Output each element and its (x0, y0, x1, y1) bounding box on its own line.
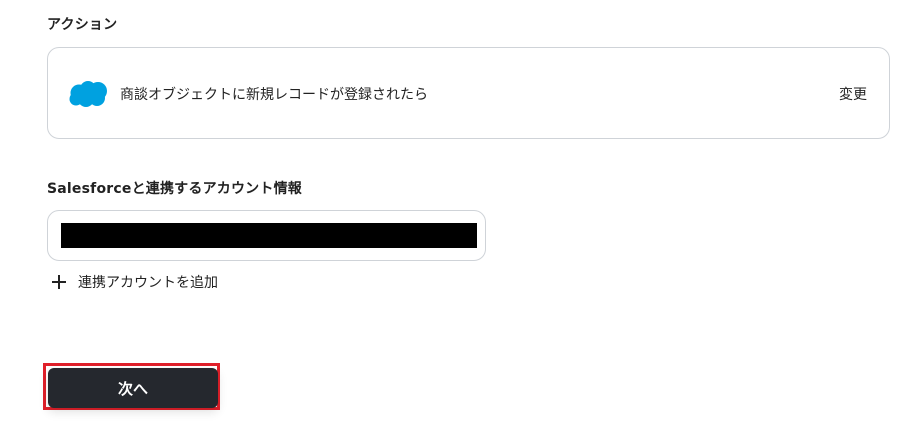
action-section-label: アクション (47, 17, 118, 33)
action-card: 商談オブジェクトに新規レコードが登録されたら 変更 (47, 47, 890, 139)
page: アクション 商談オブジェクトに新規レコードが登録されたら 変更 Salesfor… (0, 0, 906, 441)
next-button[interactable]: 次へ (48, 368, 218, 408)
plus-icon (50, 273, 68, 291)
action-trigger-text: 商談オブジェクトに新規レコードが登録されたら (120, 87, 428, 103)
add-account-label: 連携アカウントを追加 (78, 275, 218, 291)
account-section-label: Salesforceと連携するアカウント情報 (47, 181, 302, 197)
salesforce-cloud-icon (69, 81, 107, 107)
change-action-link[interactable]: 変更 (839, 84, 867, 104)
add-account-button[interactable]: 連携アカウントを追加 (47, 270, 218, 294)
account-select[interactable] (47, 210, 486, 261)
account-value-redacted (61, 223, 477, 248)
